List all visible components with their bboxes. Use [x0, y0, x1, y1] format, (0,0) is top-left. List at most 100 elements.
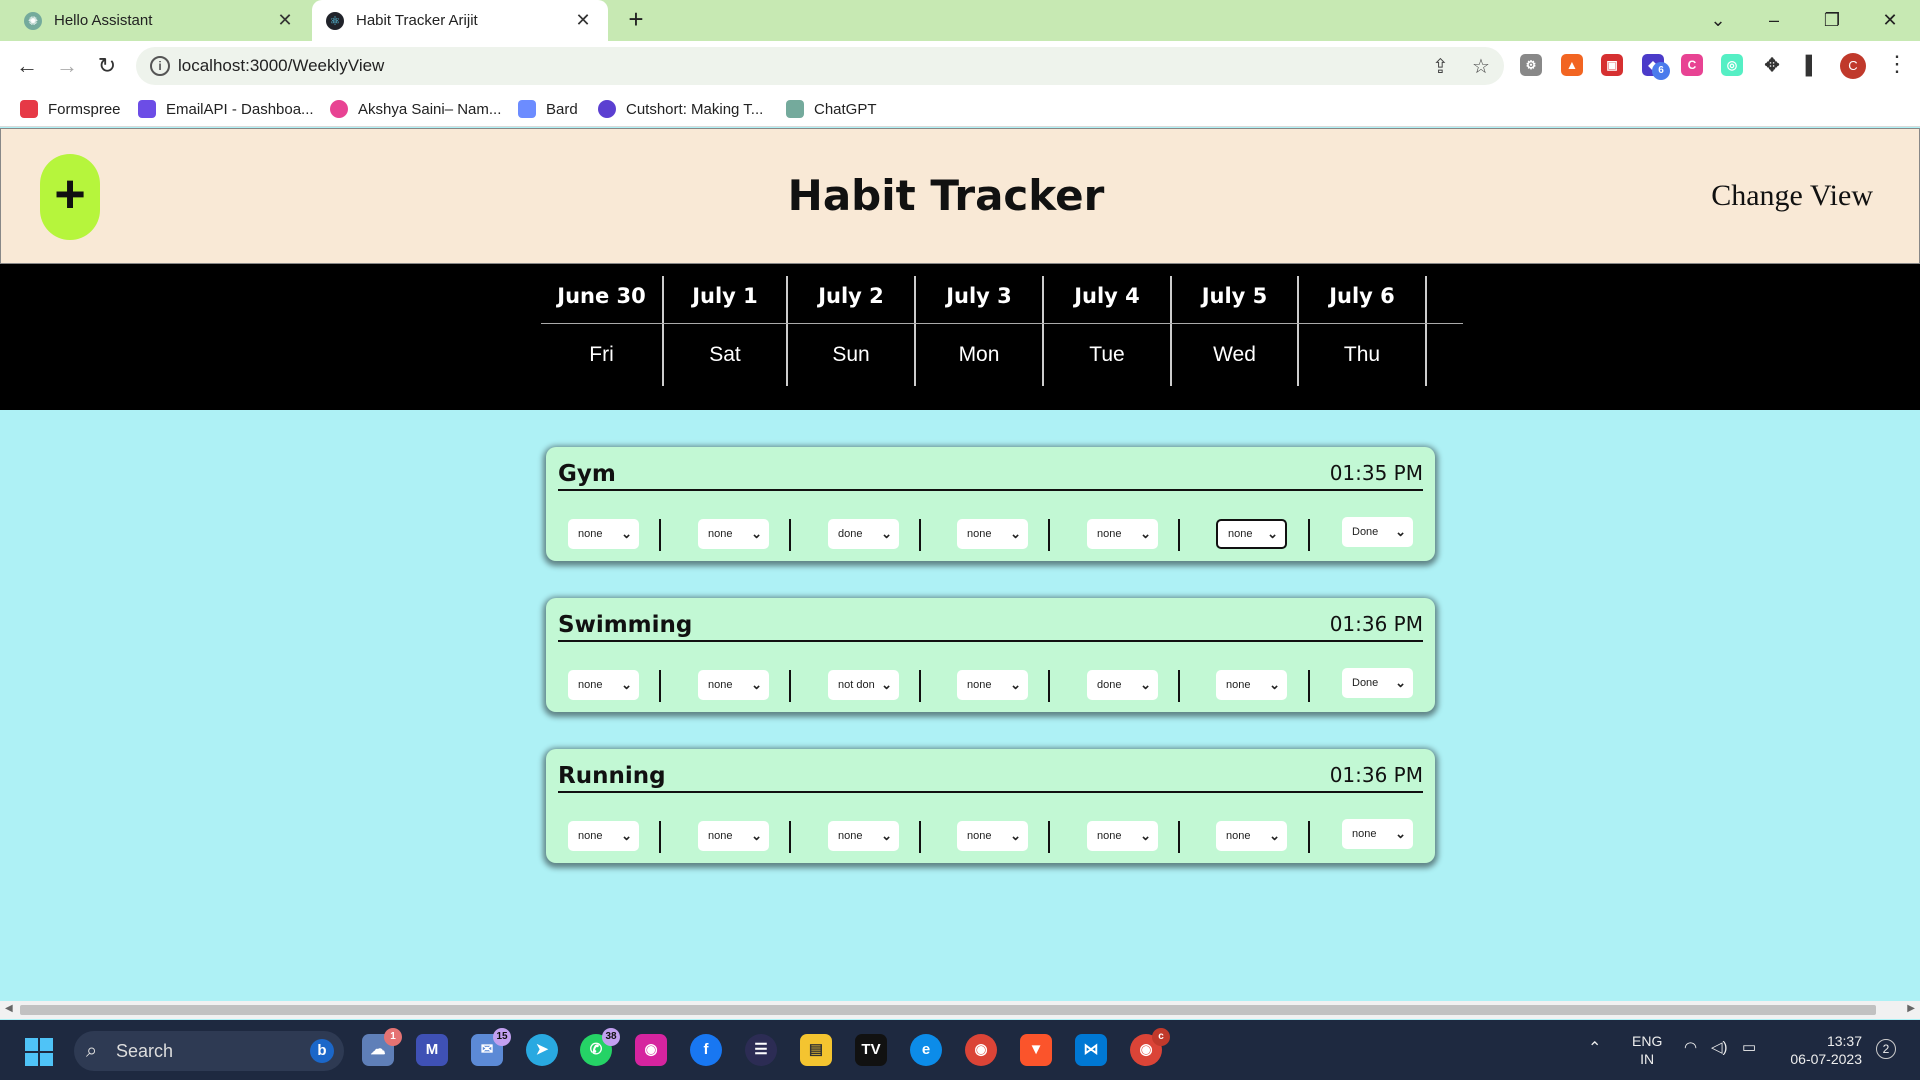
extension-c-icon[interactable]: C — [1681, 54, 1703, 76]
instagram-icon[interactable]: ◉ — [635, 1034, 667, 1066]
extension-lock-icon[interactable]: ▲ — [1561, 54, 1583, 76]
status-value: Done — [1352, 677, 1379, 689]
profile-avatar[interactable]: C — [1840, 53, 1866, 79]
show-hidden-icons[interactable]: ⌃ — [1588, 1038, 1601, 1058]
notifications-badge[interactable]: 2 — [1876, 1039, 1896, 1059]
bookmark-bard[interactable]: Bard — [518, 97, 578, 121]
menu-kebab-icon[interactable]: ⋮ — [1886, 51, 1908, 77]
chevron-down-icon: ⌄ — [621, 828, 632, 843]
status-select[interactable]: none ⌄ — [1216, 821, 1287, 851]
taskbar-search[interactable]: ⌕ Search b — [74, 1031, 344, 1071]
status-select[interactable]: none ⌄ — [1216, 670, 1287, 700]
day-divider — [1178, 519, 1180, 551]
address-bar[interactable]: i localhost:3000/WeeklyView ⇪ ☆ — [136, 47, 1504, 85]
facebook-icon[interactable]: f — [690, 1034, 722, 1066]
volume-icon[interactable]: ◁) — [1711, 1038, 1728, 1056]
brave-icon[interactable]: ▼ — [1020, 1034, 1052, 1066]
status-select[interactable]: none ⌄ — [957, 821, 1028, 851]
bookmark-formspree[interactable]: Formspree — [20, 97, 121, 121]
status-value: none — [1228, 528, 1253, 540]
tab-hello-assistant[interactable]: ✺ Hello Assistant ✕ — [10, 0, 310, 41]
tab-habit-tracker[interactable]: ⚛ Habit Tracker Arijit ✕ — [312, 0, 608, 41]
status-select[interactable]: done ⌄ — [828, 519, 899, 549]
status-select[interactable]: none ⌄ — [568, 821, 639, 851]
side-panel-icon[interactable]: ▌ — [1801, 54, 1823, 76]
chevron-down-icon: ⌄ — [881, 828, 892, 843]
status-select[interactable]: none ⌄ — [568, 670, 639, 700]
status-value: Done — [1352, 526, 1379, 538]
extensions-puzzle-icon[interactable]: ✥ — [1761, 54, 1783, 76]
extension-cap-icon[interactable]: ◆6 — [1642, 54, 1670, 80]
language-indicator[interactable]: ENG IN — [1632, 1032, 1662, 1068]
vscode-icon[interactable]: ⋈ — [1075, 1034, 1107, 1066]
extension-gear-icon[interactable]: ⚙ — [1520, 54, 1542, 76]
close-tab-icon[interactable]: ✕ — [572, 10, 594, 31]
bookmark-chatgpt[interactable]: ChatGPT — [786, 97, 877, 121]
forward-icon[interactable]: → — [51, 50, 83, 82]
close-tab-icon[interactable]: ✕ — [274, 10, 296, 31]
status-value: none — [1226, 830, 1251, 842]
habit-divider — [558, 640, 1423, 642]
whatsapp-icon[interactable]: ✆ 38 — [580, 1028, 620, 1066]
url-text[interactable]: localhost:3000/WeeklyView — [178, 56, 384, 76]
status-select[interactable]: not don ⌄ — [828, 670, 899, 700]
status-select[interactable]: none ⌄ — [568, 519, 639, 549]
horizontal-scrollbar[interactable]: ◀ ▶ — [0, 1001, 1920, 1019]
app-m-icon[interactable]: M — [416, 1034, 448, 1066]
scrollbar-thumb[interactable] — [20, 1005, 1876, 1015]
file-explorer-icon[interactable]: ▤ — [800, 1034, 832, 1066]
bookmark-star-icon[interactable]: ☆ — [1472, 54, 1490, 79]
scroll-right-icon[interactable]: ▶ — [1907, 1003, 1915, 1014]
status-select[interactable]: none ⌄ — [698, 670, 769, 700]
bing-icon[interactable]: b — [310, 1039, 334, 1063]
minimize-button[interactable]: – — [1754, 4, 1794, 36]
bookmark-akshya[interactable]: Akshya Saini– Nam... — [330, 97, 501, 121]
status-select[interactable]: none ⌄ — [1342, 819, 1413, 849]
status-value: none — [1226, 679, 1251, 691]
bookmark-emailapi[interactable]: EmailAPI - Dashboa... — [138, 97, 314, 121]
status-select[interactable]: none ⌄ — [828, 821, 899, 851]
status-select[interactable]: none ⌄ — [1087, 519, 1158, 549]
reload-icon[interactable]: ↻ — [91, 50, 123, 82]
mail-icon[interactable]: ✉ 15 — [471, 1028, 511, 1066]
windows-start-icon[interactable] — [25, 1038, 53, 1066]
chrome-icon[interactable]: ◉ — [965, 1034, 997, 1066]
site-info-icon[interactable]: i — [150, 56, 170, 76]
clock[interactable]: 13:37 06-07-2023 — [1780, 1032, 1862, 1068]
habit-divider — [558, 791, 1423, 793]
day-cell: Sun — [788, 324, 916, 386]
tab-search-icon[interactable]: ⌄ — [1698, 4, 1738, 36]
status-select[interactable]: Done ⌄ — [1342, 668, 1413, 698]
restore-button[interactable]: ❐ — [1812, 4, 1852, 36]
tradingview-icon[interactable]: TV — [855, 1034, 887, 1066]
telegram-icon[interactable]: ➤ — [526, 1034, 558, 1066]
status-select[interactable]: done ⌄ — [1087, 670, 1158, 700]
status-value: none — [967, 528, 992, 540]
extension-image-icon[interactable]: ▣ — [1601, 54, 1623, 76]
close-window-button[interactable]: ✕ — [1870, 4, 1910, 36]
status-select[interactable]: none ⌄ — [1216, 519, 1287, 549]
status-select[interactable]: none ⌄ — [698, 821, 769, 851]
day-divider — [789, 519, 791, 551]
status-select[interactable]: none ⌄ — [698, 519, 769, 549]
scroll-left-icon[interactable]: ◀ — [5, 1003, 13, 1014]
chatgpt-icon: ✺ — [24, 11, 42, 30]
status-select[interactable]: Done ⌄ — [1342, 517, 1413, 547]
bookmark-cutshort[interactable]: Cutshort: Making T... — [598, 97, 763, 121]
battery-icon[interactable]: ▭ — [1742, 1038, 1756, 1056]
new-tab-button[interactable]: + — [622, 6, 650, 34]
back-icon[interactable]: ← — [11, 50, 43, 82]
status-select[interactable]: none ⌄ — [1087, 821, 1158, 851]
edge-icon[interactable]: e — [910, 1034, 942, 1066]
status-select[interactable]: none ⌄ — [957, 670, 1028, 700]
wifi-icon[interactable]: ◠ — [1684, 1038, 1697, 1056]
extension-circle-icon[interactable]: ◎ — [1721, 54, 1743, 76]
chevron-down-icon: ⌄ — [621, 677, 632, 692]
eclipse-icon[interactable]: ☰ — [745, 1034, 777, 1066]
share-icon[interactable]: ⇪ — [1432, 54, 1449, 79]
weather-icon[interactable]: ☁ 1 — [362, 1028, 402, 1066]
status-select[interactable]: none ⌄ — [957, 519, 1028, 549]
chrome-profile-icon[interactable]: ◉ c — [1130, 1028, 1170, 1066]
habit-divider — [558, 489, 1423, 491]
change-view-button[interactable]: Change View — [1711, 179, 1873, 213]
